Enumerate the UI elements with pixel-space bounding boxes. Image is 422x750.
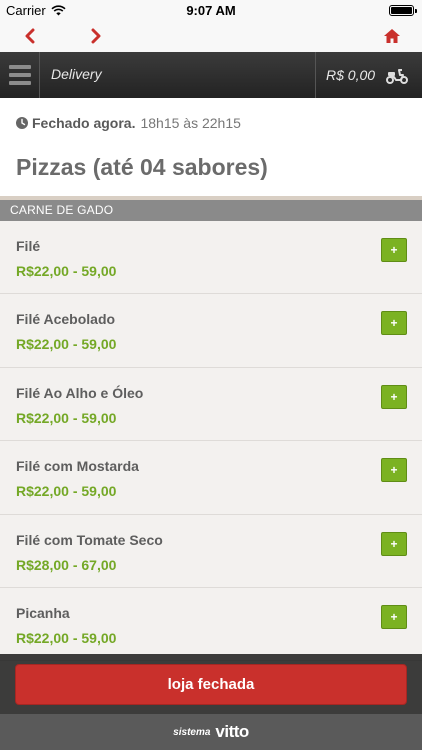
add-to-cart-button[interactable]: +: [381, 238, 407, 262]
scooter-icon: [386, 69, 409, 84]
store-closed-button[interactable]: loja fechada: [15, 664, 407, 705]
store-info: Fechado agora. 18h15 às 22h15 Pizzas (at…: [0, 98, 422, 200]
app-header: Delivery R$ 0,00: [0, 52, 422, 98]
product-item[interactable]: Filé R$22,00 - 59,00 +: [0, 221, 422, 295]
product-item[interactable]: Filé Acebolado R$22,00 - 59,00 +: [0, 294, 422, 368]
product-name: Filé Ao Alho e Óleo: [16, 384, 144, 401]
header-title: Delivery: [51, 66, 102, 82]
brand-bar: sistema vitto: [0, 714, 422, 750]
section-header: CARNE DE GADO: [0, 200, 422, 221]
status-time: 9:07 AM: [186, 3, 236, 18]
product-list: Filé R$22,00 - 59,00 + Filé Acebolado R$…: [0, 221, 422, 662]
product-item[interactable]: Filé com Mostarda R$22,00 - 59,00 +: [0, 441, 422, 515]
product-name: Picanha: [16, 604, 70, 621]
product-price: R$22,00 - 59,00: [16, 336, 117, 353]
add-to-cart-button[interactable]: +: [381, 384, 407, 409]
back-button[interactable]: [16, 24, 44, 48]
opening-hours: Fechado agora. 18h15 às 22h15: [16, 115, 241, 131]
product-name: Filé: [16, 238, 41, 254]
product-name: Filé com Tomate Seco: [16, 531, 163, 548]
brand-logo: vitto: [215, 722, 249, 741]
product-price: R$22,00 - 59,00: [16, 409, 117, 426]
category-title: Pizzas (até 04 sabores): [16, 154, 268, 180]
browser-nav-bar: [0, 20, 422, 52]
product-price: R$22,00 - 59,00: [16, 263, 117, 279]
brand-prefix: sistema: [173, 726, 211, 738]
chevron-left-icon: [25, 28, 35, 44]
forward-button[interactable]: [82, 24, 110, 48]
footer-overlay: loja fechada: [0, 654, 422, 714]
menu-button[interactable]: [0, 52, 40, 98]
product-price: R$22,00 - 59,00: [16, 483, 117, 500]
store-status: Fechado agora.: [32, 115, 136, 131]
chevron-right-icon: [91, 28, 101, 44]
product-name: Filé Acebolado: [16, 311, 116, 328]
home-icon: [384, 29, 400, 43]
add-to-cart-button[interactable]: +: [381, 311, 407, 336]
product-item[interactable]: Picanha R$22,00 - 59,00 +: [0, 587, 422, 662]
clock-icon: [16, 117, 28, 129]
cart-total: R$ 0,00: [326, 67, 376, 83]
home-button[interactable]: [378, 24, 406, 48]
status-bar: Carrier 9:07 AM: [0, 0, 422, 20]
product-item[interactable]: Filé Ao Alho e Óleo R$22,00 - 59,00 +: [0, 367, 422, 442]
product-name: Filé com Mostarda: [16, 458, 139, 475]
add-to-cart-button[interactable]: +: [381, 604, 407, 629]
add-to-cart-button[interactable]: +: [381, 458, 407, 483]
product-price: R$22,00 - 59,00: [16, 629, 117, 646]
hours-range: 18h15 às 22h15: [140, 115, 241, 131]
cart-button[interactable]: R$ 0,00: [315, 52, 422, 98]
add-to-cart-button[interactable]: +: [381, 531, 407, 556]
product-item[interactable]: Filé com Tomate Seco R$28,00 - 67,00 +: [0, 514, 422, 588]
product-price: R$28,00 - 67,00: [16, 556, 117, 573]
hamburger-menu-icon: [8, 65, 31, 69]
battery-icon: [389, 5, 417, 16]
